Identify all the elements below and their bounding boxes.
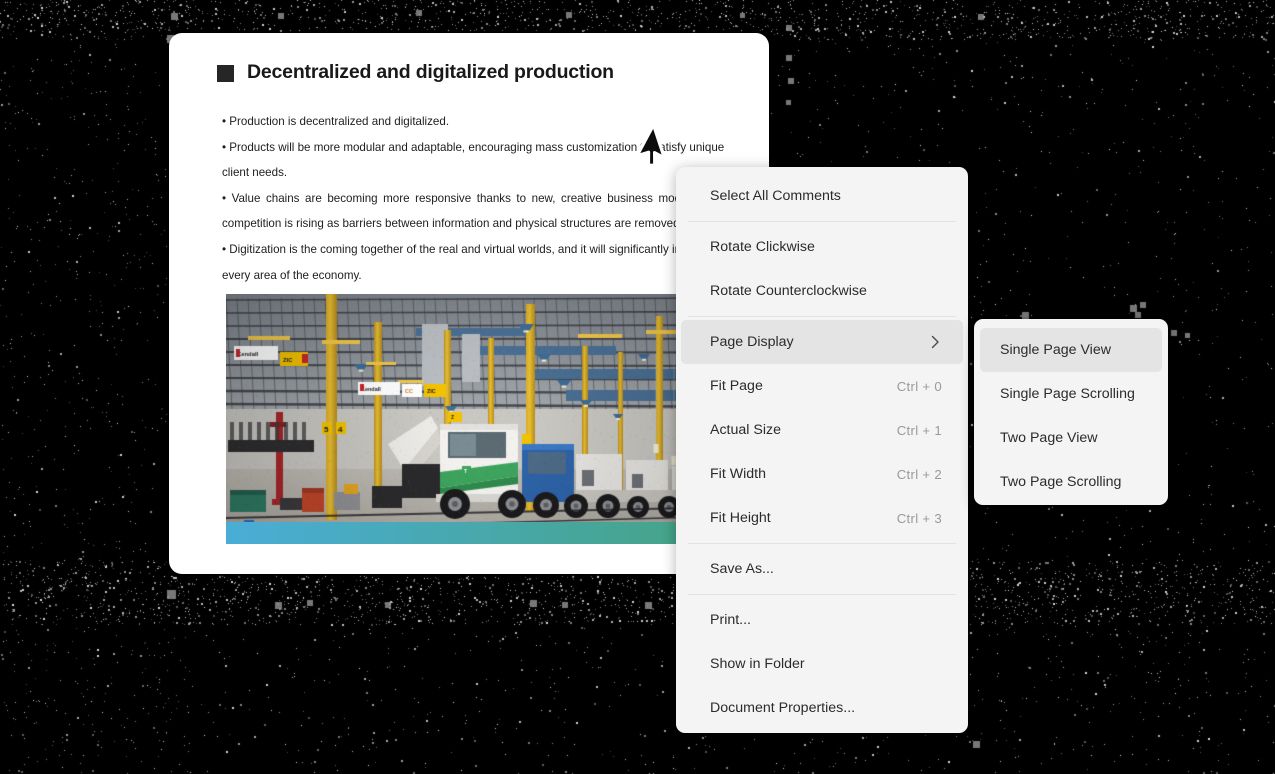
submenu-item-single-page-scrolling[interactable]: Single Page Scrolling bbox=[980, 372, 1162, 416]
menu-item-shortcut: Ctrl + 2 bbox=[896, 466, 942, 482]
menu-item-select-all-comments[interactable]: Select All Comments bbox=[681, 174, 963, 218]
menu-separator bbox=[688, 221, 956, 222]
body-line: • Production is decentralized and digita… bbox=[222, 115, 450, 128]
submenu-item-single-page-view[interactable]: Single Page View bbox=[980, 328, 1162, 372]
chevron-right-icon bbox=[931, 335, 939, 349]
body-line: • Digitization is the coming together of… bbox=[222, 242, 707, 256]
menu-item-label: Rotate Counterclockwise bbox=[710, 283, 867, 299]
menu-item-label: Page Display bbox=[710, 334, 794, 350]
menu-item-actual-size[interactable]: Actual Size Ctrl + 1 bbox=[681, 408, 963, 452]
context-menu[interactable]: Select All Comments Rotate Clickwise Rotat… bbox=[676, 167, 968, 733]
menu-item-label: Save As... bbox=[710, 561, 774, 577]
menu-item-fit-height[interactable]: Fit Height Ctrl + 3 bbox=[681, 496, 963, 540]
body-line: competition is rising as barriers betwee… bbox=[222, 217, 683, 231]
menu-item-print[interactable]: Print... bbox=[681, 598, 963, 642]
menu-item-label: Actual Size bbox=[710, 422, 781, 438]
photo-gradient-bar bbox=[226, 522, 738, 544]
menu-item-document-properties[interactable]: Document Properties... bbox=[681, 686, 963, 730]
menu-item-label: Select All Comments bbox=[710, 188, 841, 204]
menu-item-label: Fit Page bbox=[710, 378, 763, 394]
body-line: every area of the economy. bbox=[222, 268, 362, 282]
menu-separator bbox=[688, 316, 956, 317]
body-line: • Products will be more modular and adap… bbox=[222, 140, 725, 154]
menu-separator bbox=[688, 594, 956, 595]
menu-item-label: Show in Folder bbox=[710, 656, 805, 672]
menu-item-save-as[interactable]: Save As... bbox=[681, 547, 963, 591]
menu-item-shortcut: Ctrl + 0 bbox=[896, 378, 942, 394]
menu-item-page-display[interactable]: Page Display bbox=[681, 320, 963, 364]
menu-item-fit-page[interactable]: Fit Page Ctrl + 0 bbox=[681, 364, 963, 408]
menu-item-rotate-counterclockwise[interactable]: Rotate Counterclockwise bbox=[681, 269, 963, 313]
title-bullet-square-icon bbox=[217, 65, 234, 82]
body-line: client needs. bbox=[222, 166, 288, 180]
menu-item-label: Fit Width bbox=[710, 466, 766, 482]
menu-item-label: Print... bbox=[710, 612, 751, 628]
body-line: • Value chains are becoming more respons… bbox=[222, 191, 724, 205]
menu-item-show-in-folder[interactable]: Show in Folder bbox=[681, 642, 963, 686]
menu-item-label: Fit Height bbox=[710, 510, 771, 526]
menu-item-fit-width[interactable]: Fit Width Ctrl + 2 bbox=[681, 452, 963, 496]
menu-item-shortcut: Ctrl + 1 bbox=[896, 422, 942, 438]
menu-item-rotate-clickwise[interactable]: Rotate Clickwise bbox=[681, 225, 963, 269]
menu-separator bbox=[688, 543, 956, 544]
photo-workshop-image bbox=[226, 294, 738, 544]
document-title-row: Decentralized and digitalized production bbox=[217, 61, 614, 84]
submenu-item-two-page-view[interactable]: Two Page View bbox=[980, 416, 1162, 460]
document-photo bbox=[226, 294, 738, 544]
document-body-text: • Production is decentralized and digita… bbox=[222, 109, 724, 288]
menu-item-label: Rotate Clickwise bbox=[710, 239, 815, 255]
menu-item-label: Document Properties... bbox=[710, 700, 856, 716]
submenu-item-two-page-scrolling[interactable]: Two Page Scrolling bbox=[980, 460, 1162, 504]
page-display-submenu[interactable]: Single Page View Single Page Scrolling Two… bbox=[974, 319, 1168, 505]
menu-item-shortcut: Ctrl + 3 bbox=[896, 510, 942, 526]
page-title: Decentralized and digitalized production bbox=[247, 61, 614, 83]
